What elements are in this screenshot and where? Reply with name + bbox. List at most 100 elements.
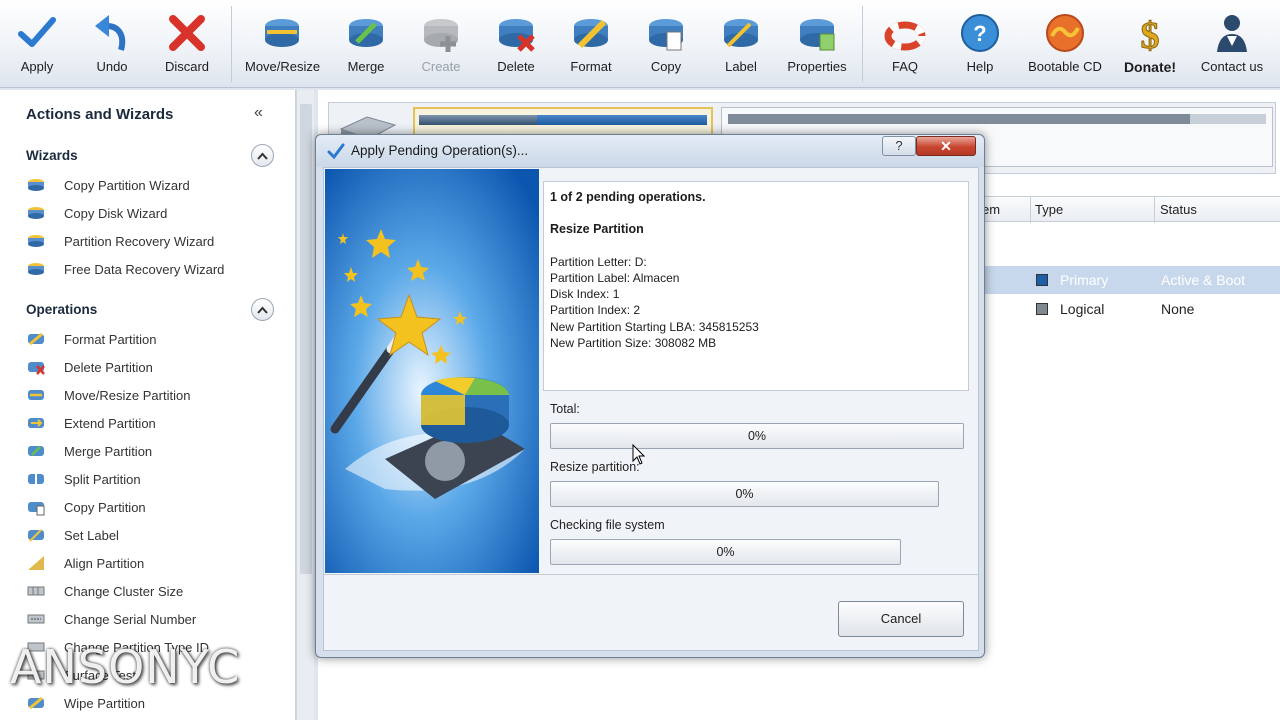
actions-wizards-panel: Actions and Wizards « Wizards Copy Parti… [0,90,296,720]
collapse-panel-icon[interactable]: « [254,104,263,122]
delete-partition-icon [28,362,45,375]
dialog-titlebar[interactable]: Apply Pending Operation(s)... ? ✕ [316,135,984,167]
copy-partition-icon [28,502,45,516]
detail-line: Partition Letter: D: [550,254,647,269]
svg-text:$: $ [1141,15,1160,54]
format-button[interactable]: Format [554,6,628,84]
column-divider [1030,197,1031,223]
sidebar-item-partition-recovery-wizard[interactable]: Partition Recovery Wizard [26,230,214,252]
contact-us-button[interactable]: Contact us [1193,6,1271,84]
main-toolbar: Apply Undo Discard Move/Resize Merge Cre… [0,0,1280,88]
sidebar-item-split-partition[interactable]: Split Partition [26,468,141,490]
detail-line: New Partition Starting LBA: 345815253 [550,319,759,334]
partition-type-swatch [1036,303,1048,315]
sidebar-item-change-cluster-size[interactable]: Change Cluster Size [26,580,183,602]
resize-progress-bar: 0% [550,481,939,507]
dialog-title: Apply Pending Operation(s)... [351,143,529,158]
checkmark-icon [327,143,345,160]
total-progress-label: Total: [550,402,580,416]
sidebar-scrollbar[interactable] [296,90,314,720]
help-button[interactable]: ? Help [943,6,1017,84]
pending-summary: 1 of 2 pending operations. [550,190,706,204]
bootable-cd-button[interactable]: Bootable CD [1022,6,1108,84]
operation-name: Resize Partition [550,222,644,237]
sidebar-item-merge-partition[interactable]: Merge Partition [26,440,152,462]
apply-button[interactable]: Apply [0,6,74,84]
format-disk-icon [574,19,608,49]
apply-pending-operations-dialog: Apply Pending Operation(s)... ? ✕ 1 of 2… [315,134,985,658]
dollar-icon: $ [1140,15,1160,55]
properties-button[interactable]: Properties [780,6,854,84]
scrollbar-thumb[interactable] [300,104,312,574]
set-label-icon [28,529,44,542]
progress-percent: 0% [735,487,754,501]
wipe-partition-icon [28,696,44,710]
label-button[interactable]: Label [704,6,778,84]
copy-button[interactable]: Copy [629,6,703,84]
column-type[interactable]: Type [1035,202,1063,217]
merge-disk-icon [349,19,383,47]
move-resize-partition-icon [28,390,44,400]
sidebar-item-copy-partition[interactable]: Copy Partition [26,496,146,518]
wizards-heading: Wizards [26,148,78,163]
extend-partition-icon [28,418,44,428]
move-resize-disk-icon [265,19,299,47]
sidebar-item-free-data-recovery-wizard[interactable]: Free Data Recovery Wizard [26,258,224,280]
check-fs-progress-label: Checking file system [550,518,665,532]
undo-button[interactable]: Undo [75,6,149,84]
column-status[interactable]: Status [1160,202,1197,217]
merge-button[interactable]: Merge [329,6,403,84]
dialog-help-button[interactable]: ? [882,136,916,156]
undo-arrow-icon [95,15,126,51]
delete-button[interactable]: Delete [479,6,553,84]
sidebar-item-move-resize-partition[interactable]: Move/Resize Partition [26,384,190,406]
dialog-body: 1 of 2 pending operations. Resize Partit… [323,167,979,651]
sidebar-item-format-partition[interactable]: Format Partition [26,328,156,350]
operation-details-box: 1 of 2 pending operations. Resize Partit… [543,181,969,391]
sidebar-item-set-label[interactable]: Set Label [26,524,119,546]
sidebar-item-wipe-partition[interactable]: Wipe Partition [26,692,145,714]
column-divider [1154,197,1155,223]
contact-person-icon [1217,15,1247,52]
chevron-up-icon [257,306,268,314]
red-x-icon [169,15,205,51]
check-fs-progress-bar: 0% [550,539,901,565]
total-progress-bar: 0% [550,423,964,449]
align-partition-icon [28,556,44,570]
partition-usage-bar [728,114,1266,124]
toolbar-separator [862,6,863,82]
split-partition-icon [28,473,44,485]
cancel-button[interactable]: Cancel [838,601,964,637]
detail-line: New Partition Size: 308082 MB [550,336,717,351]
chevron-up-icon [257,152,268,160]
create-disk-icon [424,19,458,52]
faq-button[interactable]: FAQ [868,6,942,84]
wizards-collapse-button[interactable] [251,144,274,167]
sidebar-item-delete-partition[interactable]: Delete Partition [26,356,153,378]
sidebar-item-change-serial-number[interactable]: Change Serial Number [26,608,196,630]
label-disk-icon [724,19,758,48]
partition-type-swatch [1036,274,1048,286]
copy-disk-icon [649,19,683,51]
dialog-divider [324,574,978,575]
donate-button[interactable]: $ Donate! [1113,6,1187,84]
magic-wand-disk-illustration [325,169,539,573]
operations-collapse-button[interactable] [251,298,274,321]
sidebar-item-extend-partition[interactable]: Extend Partition [26,412,156,434]
toolbar-separator [231,6,232,82]
sidebar-item-copy-disk-wizard[interactable]: Copy Disk Wizard [26,202,167,224]
cluster-size-icon [27,586,45,596]
sidebar-item-align-partition[interactable]: Align Partition [26,552,144,574]
partition-usage-bar [419,115,707,125]
wizard-disk-icon [28,235,44,247]
move-resize-button[interactable]: Move/Resize [245,6,320,84]
discard-button[interactable]: Discard [150,6,224,84]
help-question-icon: ? [961,14,999,52]
create-button[interactable]: Create [404,6,478,84]
wizard-disk-icon [28,207,44,219]
watermark-text: ANSONYC [10,640,241,694]
checkmark-icon [18,17,56,47]
dialog-close-button[interactable]: ✕ [916,136,976,156]
sidebar-item-copy-partition-wizard[interactable]: Copy Partition Wizard [26,174,190,196]
resize-progress-label: Resize partition: [550,460,640,474]
